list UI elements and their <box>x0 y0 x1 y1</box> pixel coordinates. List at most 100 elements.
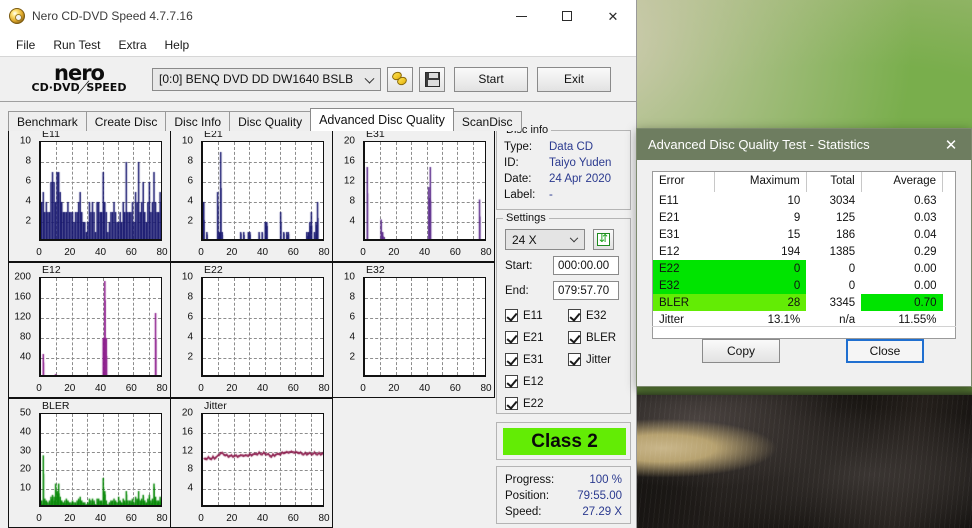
progress-value: 100 % <box>589 474 622 486</box>
exit-button[interactable]: Exit <box>537 66 611 92</box>
chart-title: Jitter <box>204 400 227 412</box>
col-error: Error <box>653 172 715 192</box>
checkbox-e21[interactable]: E21 <box>505 331 543 344</box>
cell-pad <box>943 294 956 311</box>
disc-info-date-value: 24 Apr 2020 <box>549 173 612 185</box>
drive-select-value: [0:0] BENQ DVD DD DW1640 BSLB <box>159 72 354 86</box>
statistics-dialog-close-button[interactable]: ✕ <box>931 129 971 160</box>
close-icon: ✕ <box>944 136 958 154</box>
tab-disc-quality[interactable]: Disc Quality <box>229 111 312 131</box>
checkbox-e11-label: E11 <box>523 309 543 322</box>
checkbox-bler[interactable]: BLER <box>568 331 616 344</box>
y-axis-tick-label: 4 <box>349 215 355 227</box>
y-axis-tick-label: 10 <box>181 135 193 147</box>
tab-strip: Benchmark Create Disc Disc Info Disc Qua… <box>8 108 636 131</box>
checkbox-e32[interactable]: E32 <box>568 309 606 322</box>
wallpaper-animal-fur <box>636 395 972 528</box>
refresh-button[interactable]: ⇵ <box>593 229 614 250</box>
cell-pad <box>943 277 956 294</box>
chart-e22: E22 2 4 6 8 10 0 20 40 60 80 <box>170 262 333 398</box>
cell-pad <box>943 260 956 277</box>
close-icon: ✕ <box>607 8 619 24</box>
menu-item-run-test[interactable]: Run Test <box>45 35 108 55</box>
y-axis-tick-label: 6 <box>25 175 31 187</box>
checkbox-e32-box <box>568 309 581 322</box>
close-dialog-button[interactable]: Close <box>846 339 924 363</box>
nero-logo-sub-b: SPEED <box>86 80 127 94</box>
save-button[interactable] <box>419 66 445 92</box>
statistics-table-body: E11 10 3034 0.63 E21 9 125 0.03 E31 15 186 0.04 E12 1… <box>653 192 955 328</box>
x-axis-tick-label: 60 <box>125 383 137 394</box>
statistics-dialog-titlebar: Advanced Disc Quality Test - Statistics … <box>637 129 971 160</box>
table-header-row: Error Maximum Total Average <box>653 172 955 192</box>
copy-button[interactable]: Copy <box>702 339 780 363</box>
progress-group: Progress: 100 % Position: 79:55.00 Speed… <box>496 466 631 524</box>
cell-average: 0.63 <box>914 194 937 207</box>
speed-select[interactable]: 24 X <box>505 229 585 250</box>
checkbox-e12[interactable]: E12 <box>505 375 543 388</box>
nero-logo-subtitle: CD·DVD╱SPEED <box>14 80 144 94</box>
y-axis-tick-label: 10 <box>181 271 193 283</box>
chart-title: BLER <box>42 400 70 412</box>
y-axis-tick-label: 30 <box>19 445 31 457</box>
statistics-table: Error Maximum Total Average E11 10 3034 0.6… <box>652 171 956 339</box>
chevron-down-icon <box>569 233 579 243</box>
cell-error: BLER <box>653 294 715 311</box>
eject-button[interactable] <box>387 66 413 92</box>
tab-benchmark[interactable]: Benchmark <box>8 111 87 131</box>
y-axis-tick-label: 40 <box>19 351 31 363</box>
plot-area <box>201 413 324 507</box>
col-average: Average <box>861 172 944 192</box>
plot-area <box>363 141 486 241</box>
window-titlebar: Nero CD-DVD Speed 4.7.7.16 ✕ <box>0 0 636 33</box>
cell-error: E22 <box>653 260 715 277</box>
menu-item-file[interactable]: File <box>8 35 43 55</box>
chart-series <box>41 278 161 375</box>
chart-e32: E32 2 4 6 8 10 0 20 40 60 80 <box>332 262 495 398</box>
cell-pad <box>943 209 956 226</box>
x-axis-tick-label: 40 <box>256 513 269 524</box>
plot-area <box>39 141 162 241</box>
maximize-button[interactable] <box>544 0 590 33</box>
checkbox-e22[interactable]: E22 <box>505 397 543 410</box>
chart-e11: E11 2 4 6 8 10 0 20 40 60 80 <box>8 126 171 262</box>
chart-series <box>41 142 161 239</box>
checkbox-e31[interactable]: E31 <box>505 353 543 366</box>
window-controls: ✕ <box>498 0 636 33</box>
col-pad <box>943 172 956 192</box>
x-axis-tick-label: 40 <box>418 247 431 258</box>
y-axis-tick-label: 50 <box>19 407 31 419</box>
chart-title: E22 <box>204 264 223 276</box>
checkbox-e31-label: E31 <box>523 353 544 366</box>
chevron-down-icon <box>364 73 375 84</box>
statistics-dialog-buttons: Copy Close <box>652 326 956 374</box>
cell-pad <box>943 226 956 243</box>
y-axis-tick-label: 10 <box>343 271 355 283</box>
end-time-input[interactable]: 079:57.70 <box>553 281 619 300</box>
drive-select[interactable]: [0:0] BENQ DVD DD DW1640 BSLB <box>152 67 381 91</box>
menu-item-help[interactable]: Help <box>157 35 198 55</box>
plot-box <box>39 141 162 241</box>
start-time-input[interactable]: 000:00.00 <box>553 256 619 275</box>
plot-box <box>201 141 324 241</box>
disc-info-date-label: Date: <box>504 173 532 185</box>
x-axis-tick-label: 80 <box>480 383 492 394</box>
disc-info-type-label: Type: <box>504 141 533 153</box>
table-row: E12 194 1385 0.29 <box>653 243 955 260</box>
checkbox-e11[interactable]: E11 <box>505 309 543 322</box>
menu-item-extra[interactable]: Extra <box>110 35 154 55</box>
checkbox-jitter[interactable]: Jitter <box>568 353 611 366</box>
settings-group: Settings 24 X ⇵ Start: 000:00.00 End: 07… <box>496 212 631 414</box>
x-axis-tick-label: 80 <box>156 247 168 258</box>
minimize-button[interactable] <box>498 0 544 33</box>
tab-create-disc[interactable]: Create Disc <box>85 111 167 131</box>
tab-disc-info[interactable]: Disc Info <box>165 111 231 131</box>
close-button[interactable]: ✕ <box>590 0 636 33</box>
advanced-disc-quality-panel: E11 2 4 6 8 10 0 20 40 60 80 E21 2 4 6 8 10 0 20 40 60 80 E3… <box>0 124 636 528</box>
plot-area <box>363 277 486 377</box>
end-time-label: End: <box>505 285 529 297</box>
tab-advanced-disc-quality[interactable]: Advanced Disc Quality <box>310 108 454 131</box>
chart-series <box>203 414 323 505</box>
start-button[interactable]: Start <box>454 66 528 92</box>
tab-scandisc[interactable]: ScanDisc <box>452 111 522 131</box>
